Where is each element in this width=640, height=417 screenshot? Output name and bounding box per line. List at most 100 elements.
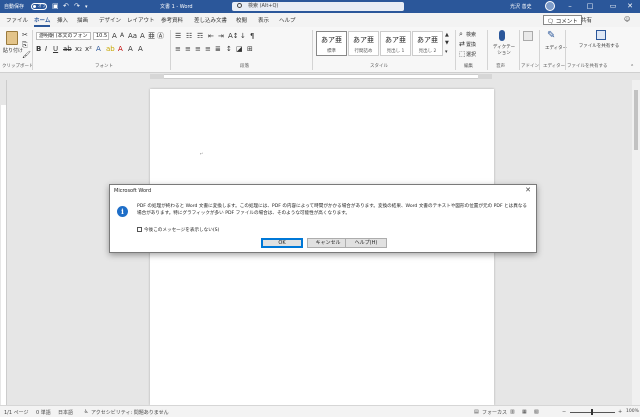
replace-button[interactable]: 置換 — [466, 41, 476, 48]
avatar[interactable] — [545, 1, 555, 11]
phonetic-guide-icon[interactable]: 亜 — [148, 32, 155, 40]
paste-button[interactable]: 貼り付け — [3, 47, 23, 54]
user-name[interactable]: 光沢 善史 — [510, 3, 532, 10]
comment-button[interactable]: 🗨 コメント — [543, 15, 582, 25]
enclose-characters-icon[interactable]: Ⓐ — [157, 32, 164, 40]
print-layout-icon[interactable]: ▦ — [522, 409, 527, 415]
change-case-icon[interactable]: Aa — [128, 32, 137, 40]
show-marks-icon[interactable]: ¶ — [250, 32, 254, 40]
minimize-icon[interactable]: – — [560, 0, 580, 13]
focus-button[interactable]: フォーカス — [482, 409, 507, 416]
word-count[interactable]: 0 単語 — [36, 409, 51, 416]
text-direction-icon[interactable]: A↕ — [228, 32, 239, 40]
text-effects-icon[interactable]: A — [96, 45, 101, 53]
microphone-icon[interactable] — [499, 30, 505, 41]
copy-icon[interactable]: ⎘ — [22, 41, 28, 49]
sort-icon[interactable]: ↓ — [240, 32, 246, 40]
styles-more-icon[interactable]: ▾ — [445, 48, 448, 56]
character-border-icon[interactable]: A — [138, 45, 143, 53]
superscript-icon[interactable]: x² — [85, 45, 92, 53]
addin-icon[interactable] — [523, 31, 533, 41]
borders-icon[interactable]: ⊞ — [247, 45, 253, 53]
shrink-font-icon[interactable]: A — [120, 32, 124, 40]
tab-home[interactable]: ホーム — [34, 16, 51, 27]
clear-formatting-icon[interactable]: A — [140, 32, 145, 40]
read-mode-icon[interactable]: ▥ — [510, 409, 515, 415]
help-button[interactable]: ヘルプ(H) — [345, 238, 387, 248]
language-status[interactable]: 日本語 — [58, 409, 73, 416]
align-left-icon[interactable]: ≡ — [175, 45, 181, 53]
tab-help[interactable]: ヘルプ — [279, 16, 296, 24]
bold-icon[interactable]: B — [36, 45, 41, 53]
styles-scroll-down-icon[interactable]: ▼ — [445, 39, 449, 47]
find-button[interactable]: 検索 — [466, 31, 476, 38]
multilevel-list-icon[interactable]: ☶ — [197, 32, 203, 40]
styles-scroll-up-icon[interactable]: ▲ — [445, 31, 449, 39]
feedback-icon[interactable]: ☺ — [624, 16, 630, 23]
editor-button[interactable]: エディター — [545, 45, 567, 51]
accessibility-status[interactable]: アクセシビリティ: 問題ありません — [91, 409, 169, 416]
cut-icon[interactable]: ✂ — [22, 31, 28, 39]
grow-font-icon[interactable]: A — [112, 32, 117, 40]
tab-mailings[interactable]: 差し込み文書 — [194, 16, 227, 24]
tab-file[interactable]: ファイル — [6, 16, 28, 24]
increase-indent-icon[interactable]: ⇥ — [218, 32, 224, 40]
autosave-toggle[interactable]: オフ — [31, 3, 47, 10]
bullets-icon[interactable]: ☰ — [175, 32, 181, 40]
page-count[interactable]: 1/1 ページ — [4, 409, 29, 416]
zoom-slider-thumb[interactable] — [591, 409, 593, 415]
font-size-select[interactable]: 10.5 — [93, 32, 109, 40]
cancel-button[interactable]: キャンセル — [307, 238, 349, 248]
tab-references[interactable]: 参考資料 — [161, 16, 183, 24]
align-right-icon[interactable]: ≡ — [195, 45, 201, 53]
customize-qat-icon[interactable]: ▾ — [85, 4, 88, 10]
horizontal-ruler[interactable] — [0, 73, 640, 80]
share-button[interactable]: 共有 — [578, 15, 595, 25]
highlight-icon[interactable]: ab — [106, 45, 115, 53]
tab-insert[interactable]: 挿入 — [57, 16, 68, 24]
tab-draw[interactable]: 描画 — [77, 16, 88, 24]
maximize-icon[interactable]: □ — [580, 0, 600, 13]
checkbox-box[interactable] — [137, 227, 142, 232]
select-button[interactable]: 選択 — [466, 51, 476, 58]
undo-icon[interactable]: ↶ — [63, 2, 69, 10]
font-name-select[interactable]: 游明朝 (本文のフォン — [36, 32, 91, 40]
align-center-icon[interactable]: ≡ — [185, 45, 191, 53]
editor-icon[interactable]: ✎ — [547, 30, 555, 42]
style-no-spacing[interactable]: あア亜 行間詰め — [348, 31, 379, 56]
style-normal[interactable]: あア亜 標準 — [316, 31, 347, 56]
shading-icon[interactable]: ◪ — [236, 45, 243, 53]
select-icon[interactable]: ⬚ — [459, 50, 466, 58]
line-spacing-icon[interactable]: ↕ — [226, 45, 232, 53]
subscript-icon[interactable]: x₂ — [75, 45, 82, 53]
style-heading-1[interactable]: あア亜 見出し 1 — [380, 31, 411, 56]
tab-view[interactable]: 表示 — [258, 16, 269, 24]
justify-icon[interactable]: ≡ — [205, 45, 211, 53]
save-icon[interactable]: ▣ — [52, 2, 59, 10]
italic-icon[interactable]: I — [45, 45, 47, 53]
vertical-scrollbar[interactable] — [632, 80, 640, 405]
strikethrough-icon[interactable]: ab — [63, 45, 72, 53]
zoom-out-icon[interactable]: − — [562, 409, 566, 415]
share-file-icon[interactable] — [596, 30, 606, 40]
find-icon[interactable]: ⌕ — [459, 30, 463, 38]
distributed-icon[interactable]: ≣ — [215, 45, 221, 53]
tab-layout[interactable]: レイアウト — [127, 16, 155, 24]
underline-icon[interactable]: U — [53, 45, 58, 53]
tab-review[interactable]: 校閲 — [236, 16, 247, 24]
format-painter-icon[interactable]: 🖌 — [22, 51, 31, 59]
font-color-icon[interactable]: A — [118, 45, 123, 53]
search-input[interactable]: 検索 (Alt+Q) — [232, 2, 404, 11]
decrease-indent-icon[interactable]: ⇤ — [208, 32, 214, 40]
collapse-ribbon-icon[interactable]: ⌃ — [630, 63, 634, 71]
share-file-button[interactable]: ファイルを共有する — [572, 44, 626, 50]
scrollbar-thumb[interactable] — [634, 90, 638, 150]
numbering-icon[interactable]: ☷ — [186, 32, 192, 40]
dictate-button[interactable]: ディクテーション — [491, 45, 517, 57]
paste-icon[interactable] — [6, 31, 18, 45]
web-layout-icon[interactable]: ▧ — [534, 409, 539, 415]
zoom-in-icon[interactable]: + — [618, 409, 622, 415]
close-icon[interactable]: ✕ — [620, 0, 640, 13]
replace-icon[interactable]: ⇄ — [459, 40, 465, 48]
tab-design[interactable]: デザイン — [99, 16, 121, 24]
